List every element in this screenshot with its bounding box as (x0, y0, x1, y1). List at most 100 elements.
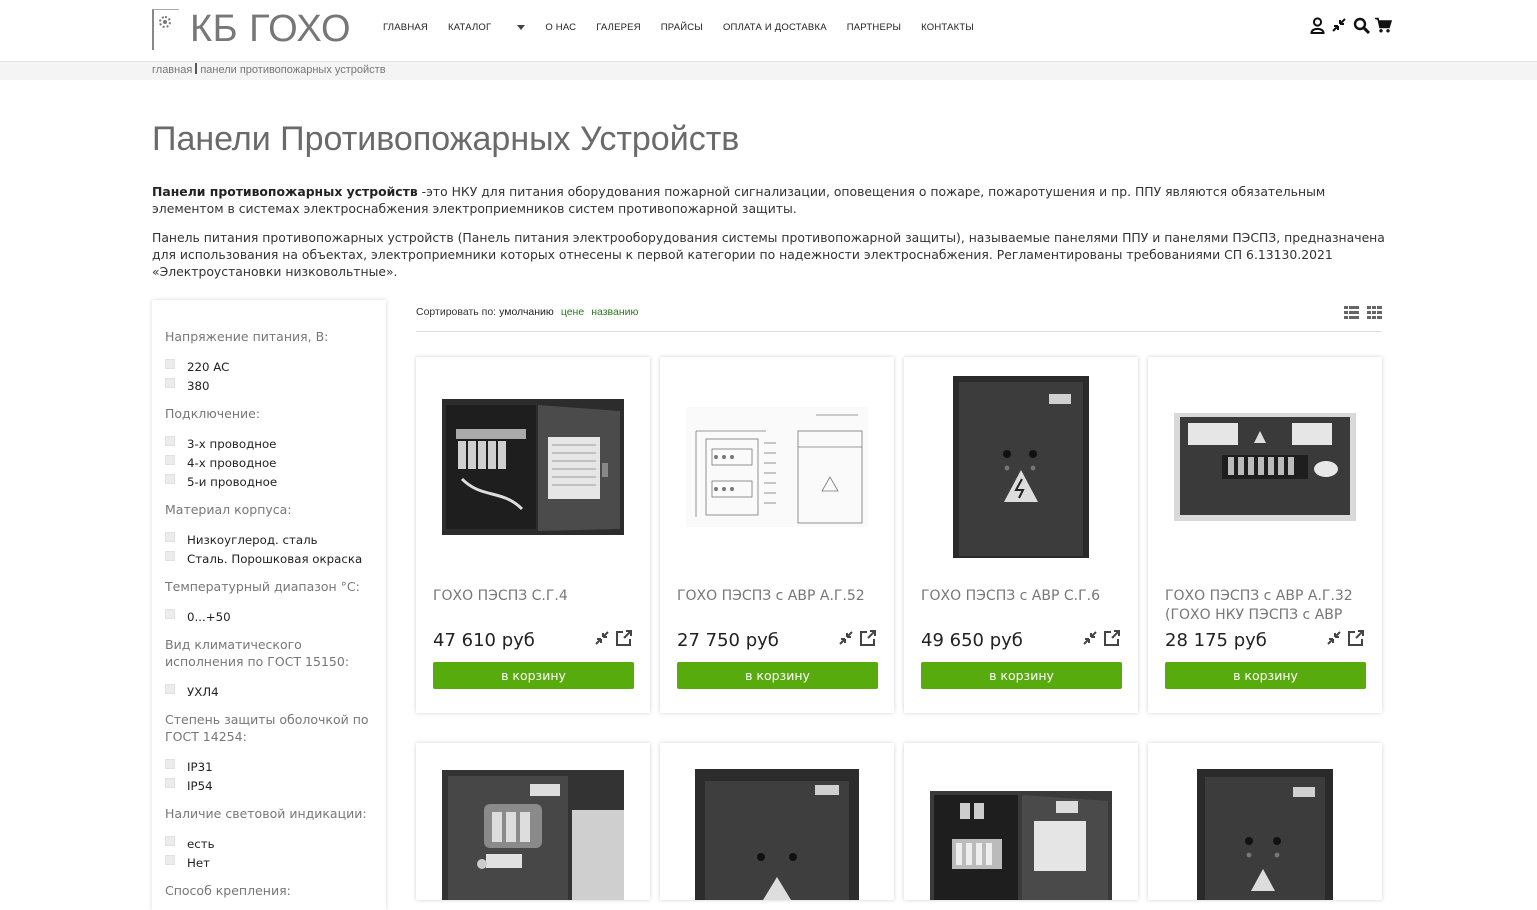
sort-by-name[interactable]: названию (591, 306, 638, 318)
breadcrumb: главная панели противопожарных устройств (152, 63, 386, 76)
compare-icon[interactable] (594, 630, 610, 646)
external-link-icon[interactable] (1347, 629, 1365, 647)
add-to-cart-button[interactable]: в корзину (1165, 662, 1366, 689)
compare-icon[interactable] (1330, 16, 1348, 34)
product-name[interactable]: ГОХО ПЭСПЗ с АВР А.Г.52 (677, 587, 882, 627)
filter-title: Наличие световой индикации: (165, 806, 367, 821)
filter-option[interactable]: IP31 (165, 757, 378, 776)
sort-default[interactable]: умолчанию (499, 306, 554, 318)
checkbox[interactable] (165, 835, 175, 846)
checkbox[interactable] (165, 531, 175, 542)
filter-option-label: 4-х проводное (187, 455, 277, 470)
user-icon[interactable] (1308, 16, 1326, 34)
checkbox[interactable] (165, 608, 175, 619)
panel-closed-photo (695, 769, 859, 900)
grid-view-icon[interactable] (1367, 306, 1382, 319)
nav-partners[interactable]: ПАРТНЕРЫ (847, 22, 901, 33)
product-card: ГОХО ПЭСПЗ С.Г.4 47 610 руб в корзину (416, 357, 650, 713)
checkbox[interactable] (165, 777, 175, 788)
nav-home[interactable]: ГЛАВНАЯ (383, 22, 428, 33)
checkbox[interactable] (165, 683, 175, 694)
product-image[interactable] (416, 357, 650, 577)
product-card: ГОХО ПЭСПЗ с АВР С.Г.6 49 650 руб в корз… (904, 357, 1138, 713)
external-link-icon[interactable] (1103, 629, 1121, 647)
checkbox[interactable] (165, 550, 175, 561)
product-card: ГОХО ПЭСПЗ с АВР А.Г.32 (ГОХО НКУ ПЭСПЗ … (1148, 357, 1382, 713)
intro-bold: Панели противопожарных устройств (152, 184, 418, 199)
product-image[interactable] (416, 743, 650, 900)
breadcrumb-bar: главная панели противопожарных устройств (0, 62, 1537, 80)
compare-icon[interactable] (1326, 630, 1342, 646)
filter-option-label: 5-и проводное (187, 474, 278, 489)
add-to-cart-button[interactable]: в корзину (677, 662, 878, 689)
checkbox[interactable] (165, 473, 175, 484)
product-card (660, 743, 894, 900)
external-link-icon[interactable] (859, 629, 877, 647)
site-header: КБ ГОХО ГЛАВНАЯ КАТАЛОГ О НАС ГАЛЕРЕЯ ПР… (0, 0, 1537, 62)
filter-group-indication: Наличие световой индикации: есть Нет (165, 805, 378, 872)
filter-option[interactable]: есть (165, 834, 378, 853)
checkbox[interactable] (165, 758, 175, 769)
checkbox[interactable] (165, 454, 175, 465)
compare-icon[interactable] (1082, 630, 1098, 646)
breadcrumb-separator (195, 63, 198, 74)
filter-option[interactable]: Нет (165, 853, 378, 872)
checkbox[interactable] (165, 358, 175, 369)
nav-catalog-label: КАТАЛОГ (447, 21, 492, 33)
panel-window-photo (442, 770, 624, 900)
list-view-icon[interactable] (1344, 306, 1359, 319)
nav-gallery[interactable]: ГАЛЕРЕЯ (596, 22, 641, 33)
product-image[interactable] (904, 357, 1138, 577)
nav-contacts[interactable]: КОНТАКТЫ (921, 22, 974, 33)
add-to-cart-button[interactable]: в корзину (433, 662, 634, 689)
compare-icon[interactable] (838, 630, 854, 646)
product-price: 47 610 руб (433, 630, 535, 651)
filter-option[interactable]: 5-и проводное (165, 472, 378, 491)
product-image[interactable] (660, 743, 894, 900)
filter-group-temperature: Температурный диапазон °С: 0...+50 (165, 578, 378, 626)
filter-option[interactable]: УХЛ4 (165, 682, 378, 701)
sort-by-price[interactable]: цене (561, 306, 584, 318)
external-link-icon[interactable] (615, 629, 633, 647)
product-image[interactable] (1148, 743, 1382, 900)
search-icon[interactable] (1352, 16, 1370, 34)
product-image[interactable] (904, 743, 1138, 900)
cart-icon[interactable] (1374, 16, 1392, 34)
filter-option[interactable]: 3-х проводное (165, 434, 378, 453)
product-name[interactable]: ГОХО ПЭСПЗ С.Г.4 (433, 587, 638, 627)
filter-option[interactable]: Сталь. Порошковая окраска (165, 549, 378, 568)
filter-option-label: 3-х проводное (187, 436, 277, 451)
filter-title: Материал корпуса: (165, 502, 292, 517)
filter-group-mounting: Способ крепления: (165, 882, 378, 899)
panel-open-photo (930, 791, 1112, 900)
chevron-down-icon (517, 24, 526, 30)
filter-option[interactable]: IP54 (165, 776, 378, 795)
filter-title: Степень защиты оболочкой по ГОСТ 14254: (165, 712, 369, 744)
product-name[interactable]: ГОХО ПЭСПЗ с АВР А.Г.32 (ГОХО НКУ ПЭСПЗ … (1165, 587, 1370, 627)
checkbox[interactable] (165, 854, 175, 865)
checkbox[interactable] (165, 377, 175, 388)
filter-option[interactable]: 0...+50 (165, 607, 378, 626)
nav-prices[interactable]: ПРАЙСЫ (661, 22, 703, 33)
product-image[interactable] (1148, 357, 1382, 577)
add-to-cart-button[interactable]: в корзину (921, 662, 1122, 689)
nav-about[interactable]: О НАС (545, 22, 576, 33)
checkbox[interactable] (165, 435, 175, 446)
filter-title: Температурный диапазон °С: (165, 579, 360, 594)
product-price: 49 650 руб (921, 630, 1023, 651)
filter-option[interactable]: Низкоуглерод. сталь (165, 530, 378, 549)
product-price: 28 175 руб (1165, 630, 1267, 651)
filter-option-label: 220 AC (187, 359, 230, 374)
site-logo[interactable]: КБ ГОХО (152, 8, 351, 50)
product-image[interactable] (660, 357, 894, 577)
product-name[interactable]: ГОХО ПЭСПЗ с АВР С.Г.6 (921, 587, 1126, 627)
nav-payment-delivery[interactable]: ОПЛАТА И ДОСТАВКА (723, 22, 827, 33)
nav-catalog[interactable]: КАТАЛОГ (447, 21, 526, 33)
filter-group-connection: Подключение: 3-х проводное 4-х проводное… (165, 405, 378, 491)
filter-option[interactable]: 4-х проводное (165, 453, 378, 472)
filter-option[interactable]: 220 AC (165, 357, 378, 376)
breadcrumb-home[interactable]: главная (152, 64, 192, 76)
filter-option-label: 380 (187, 378, 210, 393)
filter-group-voltage: Напряжение питания, В: 220 AC 380 (165, 328, 378, 395)
filter-option[interactable]: 380 (165, 376, 378, 395)
